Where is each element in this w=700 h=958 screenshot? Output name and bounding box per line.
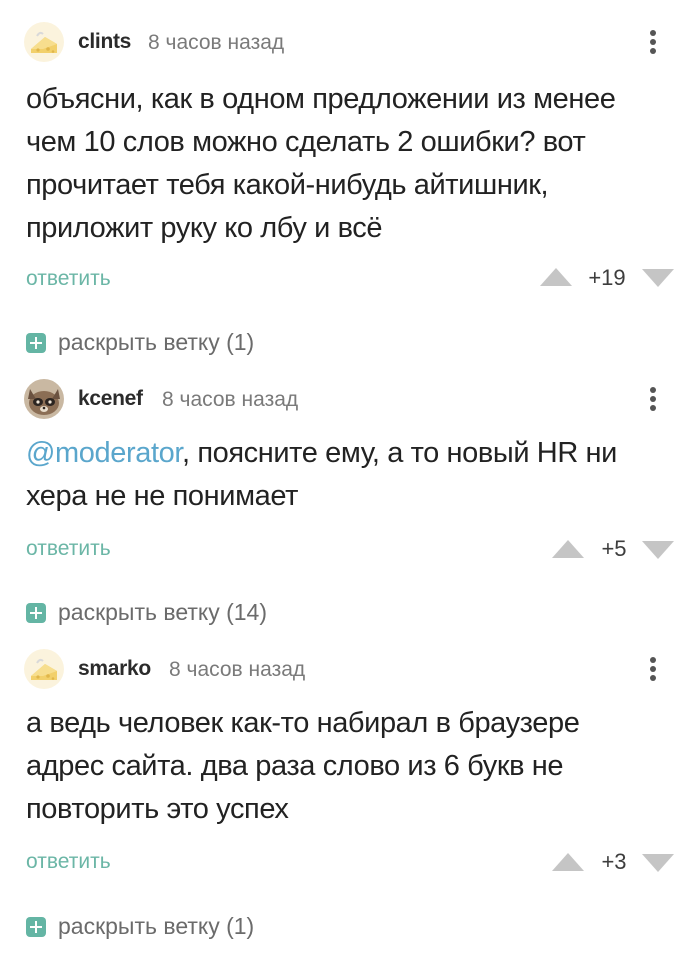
username[interactable]: clints: [78, 30, 131, 54]
triangle-up-icon[interactable]: [538, 266, 574, 288]
comment-text: объясни, как в одном предложении из мене…: [26, 78, 666, 250]
triangle-down-icon[interactable]: [640, 852, 676, 874]
comment-text-line: прочитает тебя какой-нибудь айтишник,: [26, 169, 549, 201]
username[interactable]: kcenef: [78, 387, 143, 411]
kebab-menu-icon[interactable]: [643, 379, 663, 419]
comment-text-line: а ведь человек как-то набирал в браузере: [26, 707, 580, 739]
comment-text-line: повторить это успех: [26, 793, 289, 825]
timestamp: 8 часов назад: [162, 388, 299, 411]
reply-button[interactable]: ответить: [26, 850, 111, 874]
kebab-menu-icon[interactable]: [643, 649, 663, 689]
cheese-avatar-icon[interactable]: [24, 22, 64, 62]
triangle-up-icon[interactable]: [550, 538, 586, 560]
comment-text-line: @moderator, поясните ему, а то новый HR …: [26, 432, 666, 475]
comment-text: а ведь человек как-то набирал в браузере…: [26, 702, 666, 831]
expand-thread-label: раскрыть ветку (1): [58, 913, 255, 939]
expand-thread-label: раскрыть ветку (1): [58, 329, 255, 355]
comment-header: smarko 8 часов назад: [0, 649, 700, 689]
comment-score: +5: [601, 536, 627, 561]
reply-button[interactable]: ответить: [26, 267, 111, 291]
triangle-down-icon[interactable]: [640, 539, 676, 561]
comment-text-line: хера не не понимает: [26, 480, 298, 512]
triangle-down-icon[interactable]: [640, 267, 676, 289]
comment-header: kcenef 8 часов назад: [0, 379, 700, 419]
comment-text-line: чем 10 слов можно сделать 2 ошибки? вот: [26, 126, 586, 158]
raccoon-avatar-icon[interactable]: [24, 379, 64, 419]
reply-button[interactable]: ответить: [26, 537, 111, 561]
cheese-avatar-icon[interactable]: [24, 649, 64, 689]
comment-text: @moderator, поясните ему, а то новый HR …: [26, 432, 666, 518]
comment-header: clints 8 часов назад: [0, 22, 700, 62]
triangle-up-icon[interactable]: [550, 851, 586, 873]
username[interactable]: smarko: [78, 657, 151, 681]
plus-box-icon: [26, 917, 46, 937]
timestamp: 8 часов назад: [169, 658, 306, 681]
comment-text-line: адрес сайта. два раза слово из 6 букв не: [26, 750, 564, 782]
comment-text-segment: , поясните ему, а то новый HR ни: [182, 437, 617, 469]
timestamp: 8 часов назад: [148, 31, 285, 54]
plus-box-icon: [26, 333, 46, 353]
comment-score: +3: [601, 849, 627, 874]
comment-text-line: приложит руку ко лбу и всё: [26, 212, 383, 244]
mention-link[interactable]: @moderator: [26, 437, 182, 469]
plus-box-icon: [26, 603, 46, 623]
comment-score: +19: [588, 265, 626, 290]
kebab-menu-icon[interactable]: [643, 22, 663, 62]
expand-thread-label: раскрыть ветку (14): [58, 599, 268, 625]
comment-text-line: объясни, как в одном предложении из мене…: [26, 83, 616, 115]
